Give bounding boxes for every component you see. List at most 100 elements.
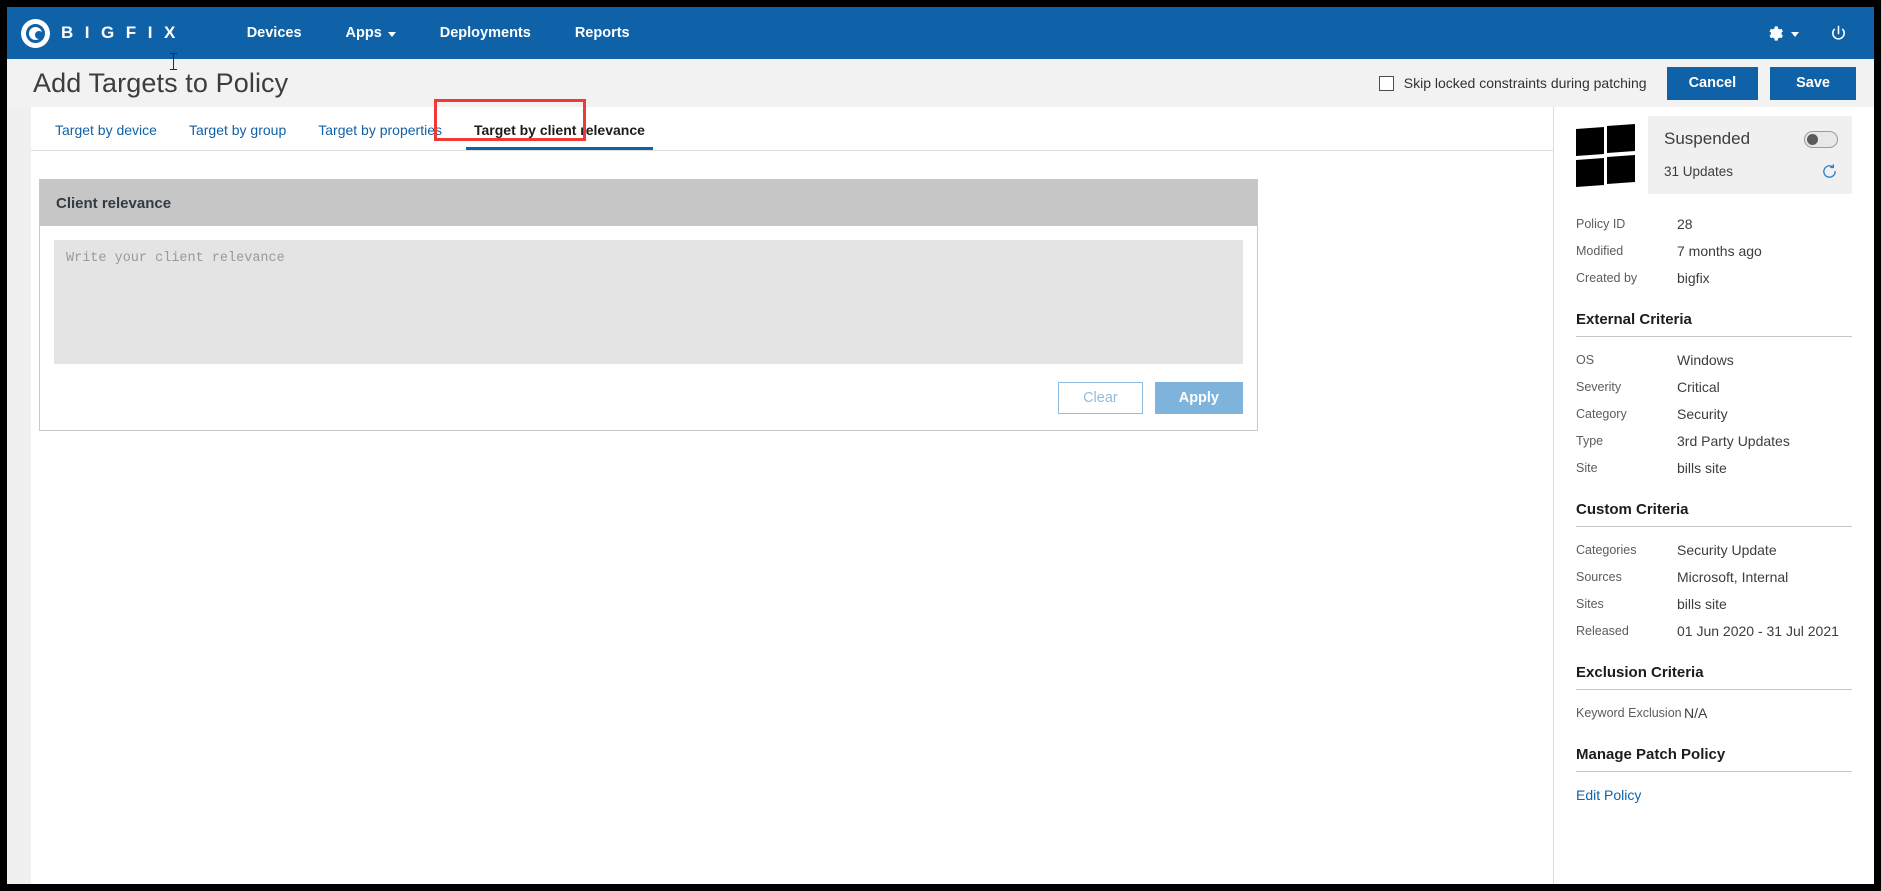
edit-policy-row: Edit Policy [1576, 787, 1852, 805]
nav-item-deployments[interactable]: Deployments [418, 7, 553, 59]
bigfix-mark-icon [21, 18, 50, 48]
status-box: Suspended 31 Updates [1648, 116, 1852, 194]
skip-locked-constraints-checkbox[interactable] [1378, 75, 1394, 91]
criteria-row-os: OS Windows [1576, 352, 1852, 368]
card-title: Client relevance [56, 194, 172, 212]
skip-locked-constraints-label: Skip locked constraints during patching [1403, 75, 1647, 91]
skip-locked-constraints-checkbox-wrapper[interactable]: Skip locked constraints during patching [1378, 75, 1647, 91]
external-criteria-list: OS Windows Severity Critical Category Se… [1576, 352, 1852, 476]
section-title-exclusion-criteria: Exclusion Criteria [1576, 664, 1704, 681]
nav-item-apps-label: Apps [345, 25, 382, 41]
meta-value: bigfix [1677, 270, 1710, 286]
tab-target-by-device-label: Target by device [55, 122, 157, 138]
tab-target-by-client-relevance[interactable]: Target by client relevance [458, 122, 661, 150]
tab-target-by-group[interactable]: Target by group [173, 122, 302, 150]
criteria-value: Microsoft, Internal [1677, 569, 1789, 585]
nav-item-apps[interactable]: Apps [324, 7, 418, 59]
criteria-row-released: Released 01 Jun 2020 - 31 Jul 2021 [1576, 623, 1852, 639]
cancel-button[interactable]: Cancel [1666, 66, 1759, 100]
clear-button[interactable]: Clear [1058, 382, 1143, 414]
criteria-key: Released [1576, 624, 1629, 638]
windows-logo-quadrant [1576, 127, 1604, 156]
save-button[interactable]: Save [1770, 66, 1856, 100]
card-header: Client relevance [40, 180, 1257, 226]
criteria-key: Severity [1576, 380, 1622, 394]
meta-row-modified: Modified 7 months ago [1576, 243, 1852, 259]
section-divider [1576, 771, 1852, 772]
policy-status-label: Suspended [1664, 129, 1751, 148]
settings-menu-button[interactable] [1767, 25, 1799, 42]
gear-icon [1769, 25, 1783, 41]
criteria-value: bills site [1677, 460, 1727, 476]
windows-logo-quadrant [1606, 154, 1634, 183]
tab-target-by-group-label: Target by group [188, 122, 287, 138]
apply-button[interactable]: Apply [1154, 382, 1243, 414]
status-row-updates: 31 Updates [1664, 163, 1838, 180]
page-title: Add Targets to Policy [33, 67, 289, 98]
meta-key: Policy ID [1576, 217, 1626, 231]
criteria-row-category: Category Security [1576, 406, 1852, 422]
meta-value: 28 [1677, 216, 1693, 232]
chevron-down-icon [387, 31, 396, 37]
policy-enable-toggle[interactable] [1804, 130, 1838, 148]
criteria-row-site: Site bills site [1576, 460, 1852, 476]
criteria-value: 01 Jun 2020 - 31 Jul 2021 [1677, 623, 1839, 639]
text-cursor-artifact [170, 53, 177, 70]
page-header: Add Targets to Policy Skip locked constr… [7, 53, 1874, 107]
criteria-row-type: Type 3rd Party Updates [1576, 433, 1852, 449]
criteria-key: Sources [1576, 570, 1622, 584]
app-window: B I G F I X Devices Apps Deployments Rep… [7, 7, 1874, 884]
chevron-down-icon [1791, 31, 1799, 37]
policy-status-section: Suspended 31 Updates [1576, 116, 1852, 194]
tab-target-by-properties-label: Target by properties [318, 122, 442, 138]
edit-policy-link[interactable]: Edit Policy [1576, 787, 1641, 803]
card-body [40, 226, 1257, 369]
body-container: Target by device Target by group Target … [7, 99, 1874, 884]
meta-key: Modified [1576, 244, 1624, 258]
criteria-key: Category [1576, 407, 1627, 421]
client-relevance-card: Client relevance Clear Apply [39, 179, 1258, 431]
power-logout-button[interactable] [1829, 24, 1848, 43]
nav-item-deployments-label: Deployments [439, 25, 531, 41]
brand-label: B I G F I X [61, 23, 179, 42]
bigfix-logo[interactable]: B I G F I X [21, 18, 179, 48]
criteria-key: OS [1576, 353, 1595, 367]
section-divider [1576, 336, 1852, 337]
policy-meta-list: Policy ID 28 Modified 7 months ago Creat… [1576, 216, 1852, 286]
criteria-row-sources: Sources Microsoft, Internal [1576, 569, 1852, 585]
client-relevance-textarea[interactable] [54, 240, 1243, 364]
refresh-button[interactable] [1821, 163, 1838, 180]
criteria-value: N/A [1684, 705, 1708, 721]
nav-item-reports[interactable]: Reports [553, 7, 652, 59]
criteria-key: Categories [1576, 543, 1637, 557]
meta-value: 7 months ago [1677, 243, 1762, 259]
refresh-icon [1823, 164, 1836, 178]
criteria-value: Windows [1677, 352, 1734, 368]
criteria-value: Critical [1677, 379, 1720, 395]
power-icon [1832, 25, 1845, 40]
section-title-manage-patch-policy: Manage Patch Policy [1576, 746, 1726, 763]
card-actions: Clear Apply [40, 369, 1257, 430]
custom-criteria-list: Categories Security Update Sources Micro… [1576, 542, 1852, 639]
main-content: Target by device Target by group Target … [31, 99, 1553, 884]
tab-target-by-device[interactable]: Target by device [39, 122, 173, 150]
criteria-key: Site [1576, 461, 1598, 475]
tab-target-by-properties[interactable]: Target by properties [302, 122, 458, 150]
nav-item-reports-label: Reports [574, 25, 630, 41]
status-row-title: Suspended [1664, 129, 1838, 149]
windows-logo-icon [1576, 124, 1634, 186]
windows-logo-quadrant [1606, 124, 1634, 153]
criteria-key: Sites [1576, 597, 1604, 611]
nav-links: Devices Apps Deployments Reports [225, 7, 652, 59]
windows-logo-quadrant [1576, 157, 1604, 186]
criteria-value: Security Update [1677, 542, 1777, 558]
tab-target-by-client-relevance-label: Target by client relevance [473, 122, 645, 138]
criteria-value: Security [1677, 406, 1728, 422]
page-header-actions: Skip locked constraints during patching … [1378, 66, 1856, 100]
criteria-row-severity: Severity Critical [1576, 379, 1852, 395]
section-title-custom-criteria: Custom Criteria [1576, 501, 1689, 518]
criteria-value: 3rd Party Updates [1677, 433, 1790, 449]
criteria-key: Keyword Exclusion [1576, 706, 1682, 720]
nav-item-devices[interactable]: Devices [225, 7, 324, 59]
criteria-row-categories: Categories Security Update [1576, 542, 1852, 558]
